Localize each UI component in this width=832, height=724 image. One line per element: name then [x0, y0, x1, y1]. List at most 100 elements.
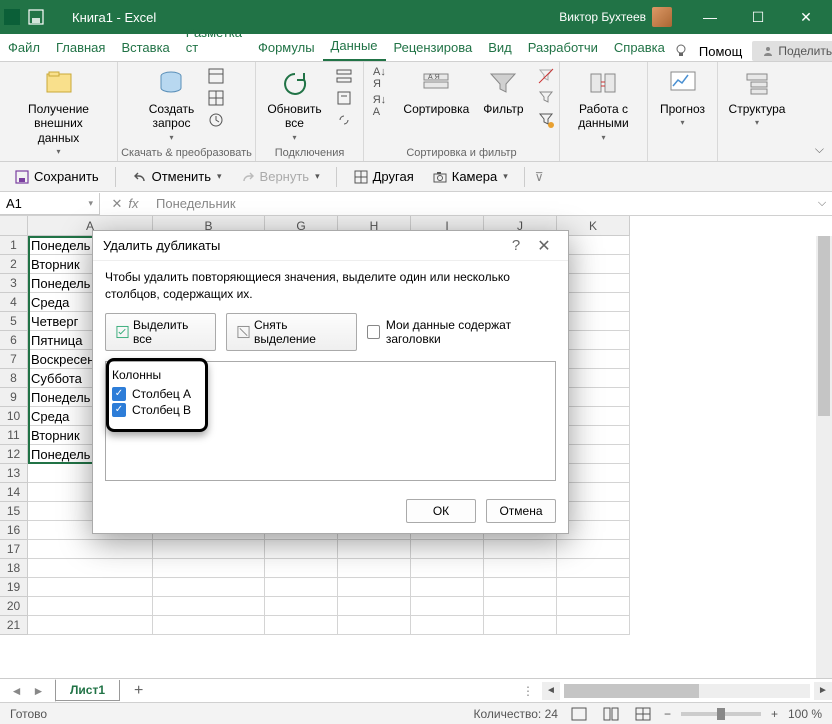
row-header[interactable]: 18: [0, 559, 28, 578]
cell[interactable]: [153, 616, 265, 635]
row-header[interactable]: 19: [0, 578, 28, 597]
properties-button[interactable]: [332, 88, 356, 108]
close-window-button[interactable]: ✕: [784, 0, 828, 34]
user-account[interactable]: Виктор Бухтеев: [559, 7, 672, 27]
scroll-left-button[interactable]: ◄: [542, 682, 560, 700]
zoom-slider[interactable]: [681, 712, 761, 716]
maximize-button[interactable]: ☐: [736, 0, 780, 34]
tab-file[interactable]: Файл: [0, 36, 48, 61]
row-header[interactable]: 1: [0, 236, 28, 255]
fx-icon[interactable]: fx: [128, 196, 138, 211]
bulb-icon[interactable]: [673, 43, 689, 59]
cell[interactable]: [265, 540, 338, 559]
row-header[interactable]: 6: [0, 331, 28, 350]
cell[interactable]: [265, 597, 338, 616]
row-header[interactable]: 20: [0, 597, 28, 616]
expand-formula-button[interactable]: ⌵: [812, 197, 832, 210]
redo-button[interactable]: Вернуть▾: [234, 167, 326, 187]
row-header[interactable]: 10: [0, 407, 28, 426]
cell[interactable]: [28, 597, 153, 616]
cell[interactable]: [28, 616, 153, 635]
name-box[interactable]: A1▾: [0, 193, 100, 215]
horizontal-scrollbar[interactable]: [564, 684, 810, 698]
cell[interactable]: [411, 578, 484, 597]
row-header[interactable]: 4: [0, 293, 28, 312]
row-header[interactable]: 2: [0, 255, 28, 274]
sort-az-button[interactable]: А↓Я: [365, 66, 393, 90]
vertical-scrollbar[interactable]: [816, 236, 832, 678]
tab-home[interactable]: Главная: [48, 36, 113, 61]
filter-button[interactable]: Фильтр: [479, 66, 527, 118]
row-header[interactable]: 14: [0, 483, 28, 502]
advanced-filter-button[interactable]: [534, 110, 558, 130]
data-tools-button[interactable]: Работа с данными ▾: [574, 66, 633, 144]
qat-overflow[interactable]: ⊽: [535, 170, 544, 184]
tab-layout[interactable]: Разметка ст: [178, 21, 250, 61]
column-b-item[interactable]: ✓ Столбец B: [110, 402, 551, 418]
cell[interactable]: [265, 559, 338, 578]
normal-view-button[interactable]: [568, 705, 590, 723]
dialog-help-button[interactable]: ?: [502, 237, 530, 254]
camera-button[interactable]: Камера▾: [426, 167, 514, 187]
cell[interactable]: [411, 597, 484, 616]
new-query-button[interactable]: Создать запрос ▾: [145, 66, 199, 144]
cell[interactable]: [557, 597, 630, 616]
other-button[interactable]: Другая: [347, 167, 420, 187]
tab-formulas[interactable]: Формулы: [250, 36, 323, 61]
row-header[interactable]: 15: [0, 502, 28, 521]
forecast-button[interactable]: Прогноз ▾: [656, 66, 709, 130]
from-table-button[interactable]: [204, 88, 228, 108]
cancel-button[interactable]: Отмена: [486, 499, 556, 523]
dialog-close-button[interactable]: ✕: [530, 236, 558, 256]
refresh-all-button[interactable]: Обновить все ▾: [263, 66, 325, 144]
tell-me[interactable]: Помощ: [699, 44, 742, 59]
headers-checkbox[interactable]: [367, 325, 380, 339]
tab-help[interactable]: Справка: [606, 36, 673, 61]
row-header[interactable]: 8: [0, 369, 28, 388]
row-header[interactable]: 12: [0, 445, 28, 464]
cell[interactable]: [265, 578, 338, 597]
cell[interactable]: [484, 578, 557, 597]
sort-za-button[interactable]: Я↓А: [365, 94, 393, 118]
cell[interactable]: [338, 597, 411, 616]
row-header[interactable]: 3: [0, 274, 28, 293]
column-a-item[interactable]: ✓ Столбец A: [110, 386, 551, 402]
cell[interactable]: [484, 540, 557, 559]
formula-input[interactable]: Понедельник: [150, 193, 812, 215]
reapply-button[interactable]: [534, 88, 558, 108]
connections-button[interactable]: [332, 66, 356, 86]
cancel-formula-icon[interactable]: ✕: [111, 196, 122, 212]
tab-insert[interactable]: Вставка: [113, 36, 177, 61]
edit-links-button[interactable]: [332, 110, 356, 130]
row-header[interactable]: 17: [0, 540, 28, 559]
cell[interactable]: [28, 559, 153, 578]
page-break-view-button[interactable]: [632, 705, 654, 723]
headers-checkbox-row[interactable]: Мои данные содержат заголовки: [367, 318, 556, 346]
cell[interactable]: [338, 540, 411, 559]
next-sheet-button[interactable]: ►: [33, 684, 45, 698]
save-icon-qat[interactable]: [28, 9, 44, 25]
zoom-in-button[interactable]: +: [771, 707, 778, 721]
column-a-checkbox[interactable]: ✓: [112, 387, 126, 401]
cell[interactable]: [28, 540, 153, 559]
tab-split-handle[interactable]: ⋮: [516, 684, 540, 698]
column-b-checkbox[interactable]: ✓: [112, 403, 126, 417]
cell[interactable]: [153, 578, 265, 597]
get-external-data-button[interactable]: Получение внешних данных ▾: [8, 66, 109, 159]
cell[interactable]: [338, 578, 411, 597]
sheet-tab-1[interactable]: Лист1: [55, 680, 120, 701]
save-button[interactable]: Сохранить: [8, 167, 105, 187]
cell[interactable]: [557, 540, 630, 559]
sort-button[interactable]: А Я Сортировка: [399, 66, 473, 118]
minimize-button[interactable]: —: [688, 0, 732, 34]
row-header[interactable]: 13: [0, 464, 28, 483]
cell[interactable]: [557, 559, 630, 578]
tab-developer[interactable]: Разработчи: [520, 36, 606, 61]
ok-button[interactable]: ОК: [406, 499, 476, 523]
cell[interactable]: [484, 559, 557, 578]
tab-data[interactable]: Данные: [323, 34, 386, 61]
cell[interactable]: [411, 559, 484, 578]
row-header[interactable]: 7: [0, 350, 28, 369]
cell[interactable]: [557, 578, 630, 597]
zoom-out-button[interactable]: −: [664, 707, 671, 721]
